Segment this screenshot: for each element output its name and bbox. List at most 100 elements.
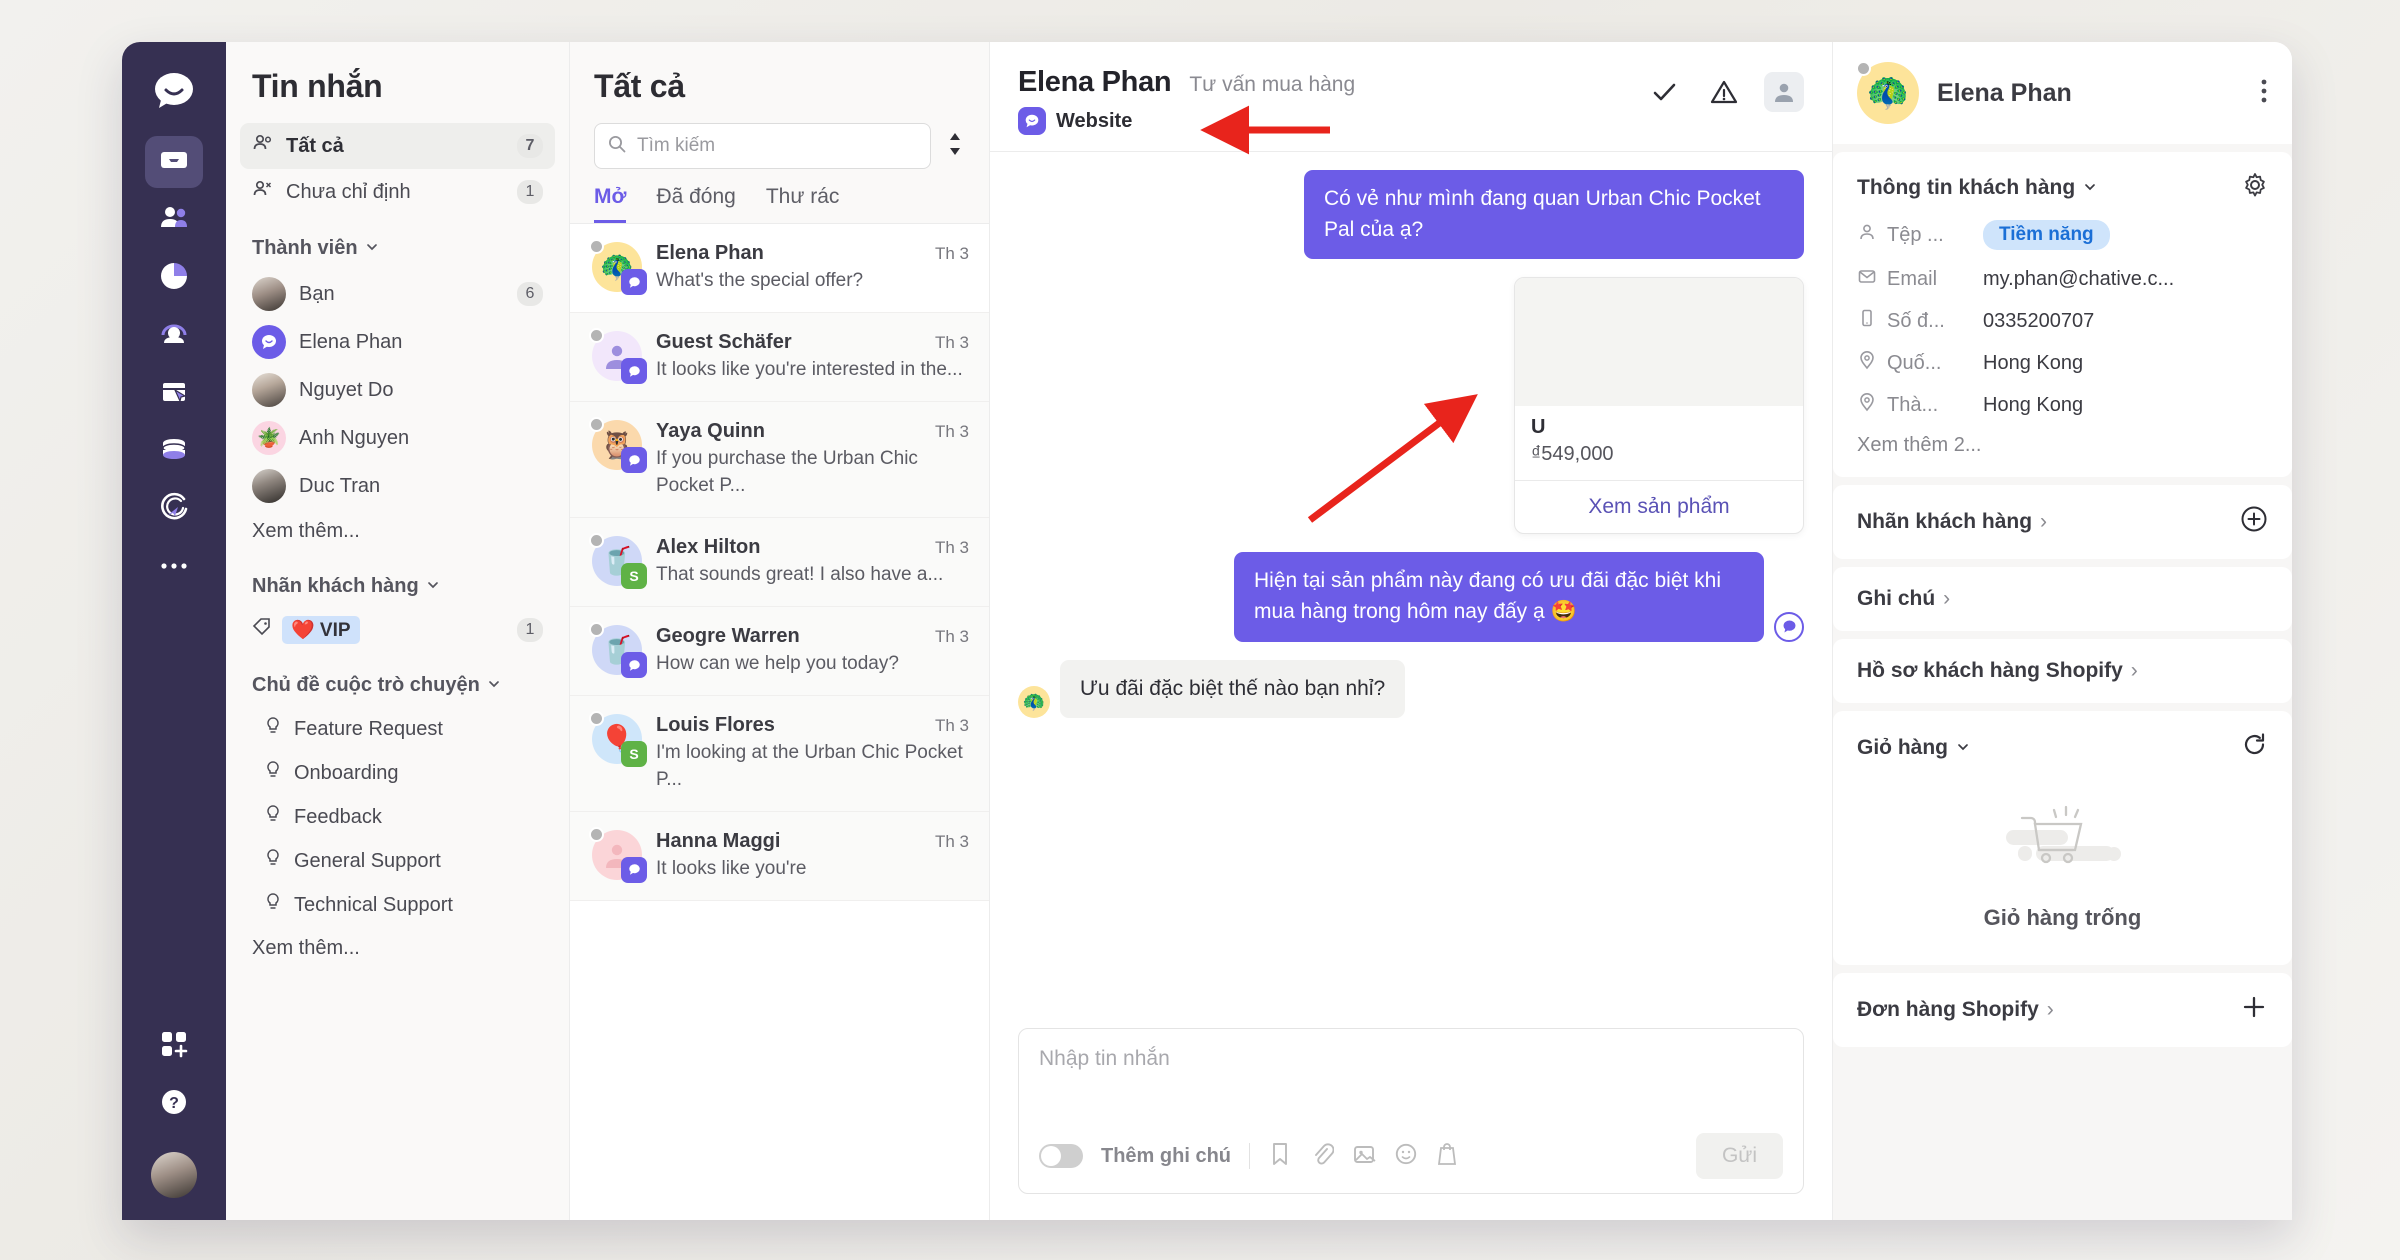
product-image	[1515, 278, 1803, 407]
rail-item-contacts[interactable]	[145, 194, 203, 246]
info-key: Số đ...	[1887, 309, 1945, 332]
conversation-row[interactable]: 🥤 S Alex Hilton Th 3 That sounds great! I…	[570, 517, 989, 608]
nav-topic-label: Feedback	[294, 805, 382, 828]
message-composer[interactable]: Nhập tin nhắn Thêm ghi chú Gửi	[1018, 1028, 1804, 1194]
section-label: Nhãn khách hàng	[1857, 510, 2033, 533]
headset-icon	[158, 318, 190, 355]
empty-cart-icon	[1988, 788, 2138, 893]
person-question-icon	[252, 178, 274, 206]
attachment-icon[interactable]	[1310, 1141, 1335, 1172]
rail-item-reports[interactable]	[145, 252, 203, 304]
nav-topic-feature-request[interactable]: Feature Request	[240, 707, 555, 751]
nav-filter-all[interactable]: Tất cả 7	[240, 123, 555, 169]
gear-icon[interactable]	[2242, 172, 2268, 204]
avatar: 🦚	[1018, 686, 1050, 719]
chat-channel[interactable]: Website	[1018, 107, 1355, 135]
nav-member-elena-phan[interactable]: Elena Phan	[240, 318, 555, 366]
nav-members-see-more[interactable]: Xem thêm...	[226, 510, 569, 553]
conversation-row[interactable]: 🎈 S Louis Flores Th 3 I'm looking at the …	[570, 696, 989, 812]
rail-item-widget[interactable]	[145, 368, 203, 420]
conversation-row[interactable]: Hanna Maggi Th 3 It looks like you're	[570, 811, 989, 901]
warning-triangle-icon[interactable]	[1704, 72, 1744, 112]
assign-person-icon[interactable]	[1764, 72, 1804, 112]
nav-section-tags[interactable]: Nhãn khách hàng	[226, 553, 569, 608]
tab-open[interactable]: Mở	[594, 185, 627, 223]
conversation-row[interactable]: Guest Schäfer Th 3 It looks like you're i…	[570, 313, 989, 403]
nav-filter-unassigned[interactable]: Chưa chỉ định 1	[240, 169, 555, 215]
chative-logo-icon[interactable]	[146, 64, 202, 120]
conversation-row[interactable]: 🦉 Yaya Quinn Th 3 If you purchase the Urb…	[570, 402, 989, 518]
plus-icon[interactable]	[2240, 993, 2268, 1027]
conversation-snippet: It looks like you're	[656, 857, 807, 879]
nav-member-anh-nguyen[interactable]: 🪴 Anh Nguyen	[240, 414, 555, 462]
shopify-orders-card[interactable]: Đơn hàng Shopify ›	[1833, 973, 2292, 1047]
message-row-product: U ₫549,000 Xem sản phẩm	[1018, 277, 1804, 535]
rail-item-data[interactable]	[145, 426, 203, 478]
refresh-icon[interactable]	[2241, 731, 2268, 764]
message-bubble: Có vẻ như mình đang quan Urban Chic Pock…	[1304, 170, 1804, 260]
rail-item-more[interactable]	[145, 542, 203, 594]
info-value: Hong Kong	[1983, 393, 2084, 416]
rail-item-inbox[interactable]	[145, 136, 203, 188]
nav-topic-technical-support[interactable]: Technical Support	[240, 883, 555, 927]
ellipsis-icon	[158, 559, 190, 577]
shopify-profile-card[interactable]: Hồ sơ khách hàng Shopify ›	[1833, 639, 2292, 703]
chevron-right-icon: ›	[2040, 510, 2048, 533]
nav-tag-vip[interactable]: ❤️ VIP 1	[240, 608, 555, 652]
chative-channel-icon	[1018, 107, 1046, 135]
kebab-menu-icon[interactable]	[2260, 77, 2268, 110]
shopify-icon[interactable]	[1436, 1141, 1458, 1172]
tab-spam[interactable]: Thư rác	[766, 185, 840, 223]
nav-member-nguyet-do[interactable]: Nguyet Do	[240, 366, 555, 414]
rail-item-agents[interactable]	[145, 310, 203, 362]
customer-tags-card[interactable]: Nhãn khách hàng ›	[1833, 485, 2292, 559]
status-badge[interactable]: Tiềm năng	[1983, 220, 2110, 250]
customer-info-see-more[interactable]: Xem thêm 2...	[1857, 434, 2268, 457]
conversation-row[interactable]: 🥤 Geogre Warren Th 3 How can we help you …	[570, 607, 989, 697]
search-box[interactable]	[594, 123, 931, 169]
nav-section-topics[interactable]: Chủ đề cuộc trò chuyện	[226, 652, 569, 707]
nav-tag-count: 1	[517, 618, 543, 642]
nav-member-you[interactable]: Bạn 6	[240, 270, 555, 318]
view-product-button[interactable]: Xem sản phẩm	[1515, 480, 1803, 533]
nav-topics-see-more[interactable]: Xem thêm...	[226, 927, 569, 970]
nav-topic-label: Technical Support	[294, 893, 453, 916]
chevron-down-icon	[487, 674, 501, 697]
conversation-list[interactable]: 🦚 Elena Phan Th 3 What's the special offe…	[570, 223, 989, 1220]
send-button[interactable]: Gửi	[1695, 1133, 1783, 1179]
chat-panel: Elena Phan Tư vấn mua hàng Website Có vẻ…	[990, 42, 1832, 1220]
customer-info-section-header[interactable]: Thông tin khách hàng	[1857, 172, 2268, 204]
current-user-avatar[interactable]	[151, 1152, 197, 1198]
app-rail: ?	[122, 42, 226, 1220]
tab-closed[interactable]: Đã đóng	[656, 185, 735, 223]
nav-section-members[interactable]: Thành viên	[226, 215, 569, 270]
rail-item-automation[interactable]	[145, 484, 203, 536]
nav-member-duc-tran[interactable]: Duc Tran	[240, 462, 555, 510]
image-icon[interactable]	[1352, 1142, 1376, 1171]
nav-topic-label: General Support	[294, 849, 441, 872]
empty-cart-state: Giỏ hàng trống	[1857, 764, 2268, 945]
conversation-name: Elena Phan	[656, 242, 764, 264]
avatar	[589, 826, 647, 883]
nav-topic-feedback[interactable]: Feedback	[240, 795, 555, 839]
nav-topic-general-support[interactable]: General Support	[240, 839, 555, 883]
saved-reply-icon[interactable]	[1268, 1141, 1292, 1172]
search-input[interactable]	[637, 135, 918, 157]
rail-item-help[interactable]: ?	[145, 1078, 203, 1130]
nav-topic-onboarding[interactable]: Onboarding	[240, 751, 555, 795]
sort-updown-icon[interactable]	[945, 131, 965, 162]
composer-placeholder[interactable]: Nhập tin nhắn	[1039, 1047, 1783, 1071]
message-bubble: Hiện tại sản phẩm này đang có ưu đãi đặc…	[1234, 552, 1764, 642]
chat-header: Elena Phan Tư vấn mua hàng Website	[990, 42, 1832, 152]
plus-circle-icon[interactable]	[2240, 505, 2268, 539]
customer-notes-card[interactable]: Ghi chú ›	[1833, 567, 2292, 631]
avatar: 🎈 S	[589, 711, 647, 768]
conversation-row[interactable]: 🦚 Elena Phan Th 3 What's the special offe…	[570, 224, 989, 314]
check-icon[interactable]	[1644, 72, 1684, 112]
emoji-icon[interactable]	[1394, 1142, 1418, 1171]
rail-item-apps[interactable]	[145, 1020, 203, 1072]
conversation-time: Th 3	[934, 627, 969, 647]
note-toggle[interactable]	[1039, 1144, 1083, 1168]
product-card[interactable]: U ₫549,000 Xem sản phẩm	[1514, 277, 1804, 535]
section-label: Giỏ hàng	[1857, 735, 1948, 759]
